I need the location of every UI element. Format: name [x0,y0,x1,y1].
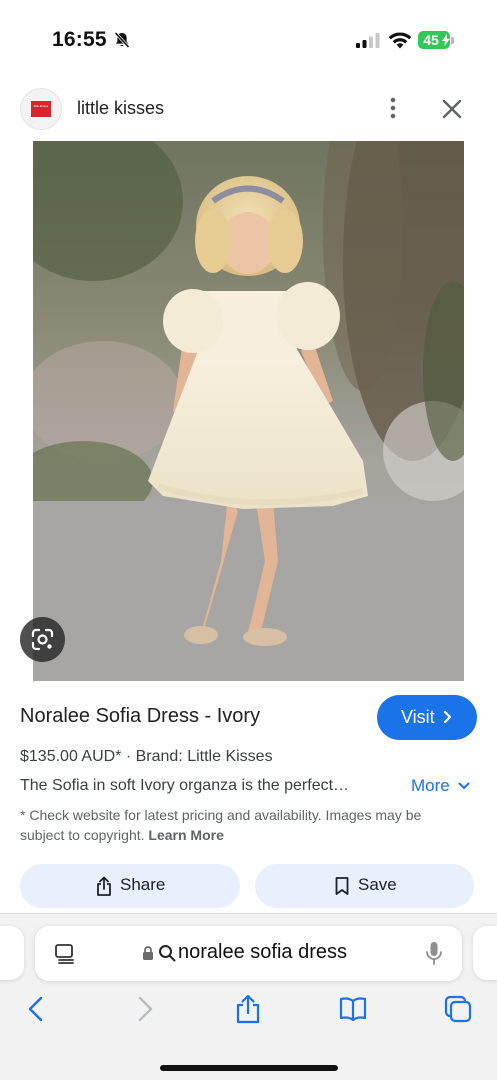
bookmark-icon [335,877,349,895]
source-header: little kisses little kisses [0,84,497,140]
product-title[interactable]: Noralee Sofia Dress - Ivory [20,705,260,728]
search-icon [159,945,176,962]
forward-icon[interactable] [130,994,160,1024]
source-logo-text: little kisses [31,101,51,117]
save-button[interactable]: Save [255,864,474,908]
chevron-down-icon[interactable] [458,781,470,791]
image-preview [0,141,497,681]
previous-tab[interactable] [0,926,24,980]
next-tab[interactable] [473,926,497,980]
share-label: Share [120,875,166,894]
lock-icon [143,946,153,960]
share-button[interactable]: Share [20,864,240,908]
back-icon[interactable] [22,994,52,1024]
book-icon[interactable] [338,994,368,1024]
battery-percent: 45 [423,32,439,48]
tabs-icon[interactable] [443,994,473,1024]
learn-more-link[interactable]: Learn More [148,827,223,843]
close-icon[interactable] [441,98,463,120]
bell-slash-icon [114,31,130,49]
wifi-icon [388,32,412,49]
signal-icon [356,33,380,48]
disclaimer: * Check website for latest pricing and a… [20,805,465,845]
lens-search-button[interactable] [20,617,65,662]
share-icon [97,876,111,896]
source-name[interactable]: little kisses [77,98,164,119]
address-text[interactable]: noralee sofia dress [178,941,347,964]
visit-button[interactable]: Visit [377,695,477,740]
source-logo[interactable]: little kisses [20,88,62,130]
chevron-right-icon [443,710,452,724]
browser-toolbar: noralee sofia dress [0,913,497,1080]
product-description: The Sofia in soft Ivory organza is the p… [20,777,350,794]
more-vert-icon[interactable] [384,96,402,120]
home-indicator[interactable] [160,1065,338,1071]
battery-icon: 45 [418,31,454,49]
page-menu-icon[interactable] [55,943,75,965]
share-icon[interactable] [233,994,263,1024]
status-bar: 16:55 45 [0,0,497,80]
visit-label: Visit [401,707,435,727]
address-bar[interactable]: noralee sofia dress [35,926,462,981]
save-label: Save [358,875,397,894]
product-photo[interactable] [33,141,464,681]
mic-icon[interactable] [425,941,443,967]
status-time: 16:55 [52,28,107,51]
more-button[interactable]: More [411,776,450,796]
price-brand-line: $135.00 AUD* · Brand: Little Kisses [20,748,273,765]
lens-search-icon [31,628,54,651]
